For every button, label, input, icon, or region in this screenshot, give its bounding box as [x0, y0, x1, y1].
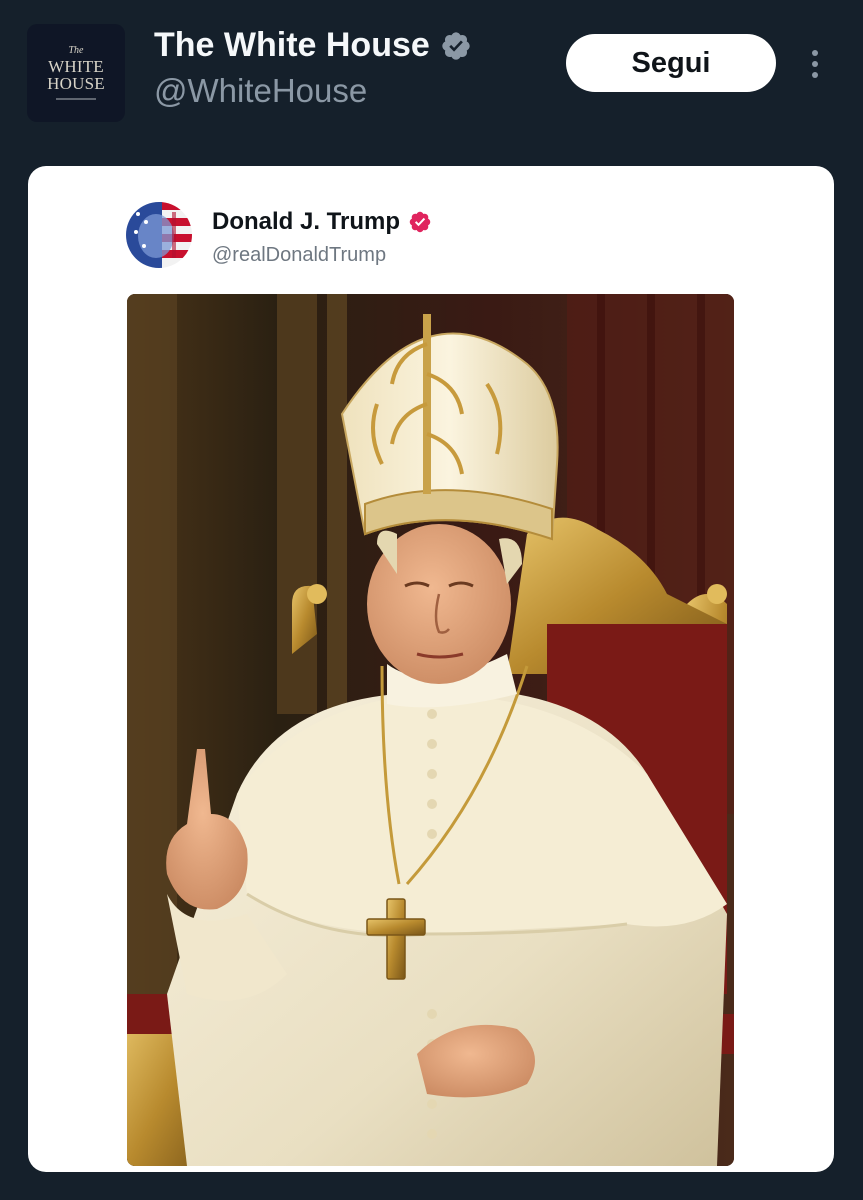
follow-button[interactable]: Segui — [566, 34, 776, 92]
author-name[interactable]: The White House — [154, 26, 472, 65]
author-name-text: The White House — [154, 26, 430, 64]
verified-badge-icon — [409, 211, 431, 233]
more-dot — [812, 72, 818, 78]
embedded-author-avatar — [126, 202, 192, 268]
post-image[interactable] — [127, 294, 734, 1166]
embedded-author-handle: @realDonaldTrump — [212, 244, 387, 266]
avatar-text-house: HOUSE — [47, 74, 105, 93]
avatar-text-white: WHITE — [48, 57, 104, 76]
more-options-icon[interactable] — [800, 44, 830, 84]
verified-badge-icon — [442, 31, 470, 60]
embedded-author-name: Donald J. Trump — [212, 208, 432, 236]
avatar-text-the: The — [68, 45, 84, 56]
more-dot — [812, 61, 818, 67]
more-dot — [812, 50, 818, 56]
embedded-author-name-text: Donald J. Trump — [212, 208, 401, 235]
flag-portrait-icon — [126, 202, 192, 268]
papal-portrait-illustration — [127, 294, 734, 1166]
post-screen: The WHITE HOUSE The White House @WhiteHo… — [0, 0, 863, 1200]
media-card[interactable]: Donald J. Trump @realDonaldTrump — [28, 166, 834, 1172]
author-handle[interactable]: @WhiteHouse — [154, 72, 367, 110]
avatar-subtitle-line — [56, 98, 96, 100]
white-house-avatar[interactable]: The WHITE HOUSE — [27, 24, 125, 122]
